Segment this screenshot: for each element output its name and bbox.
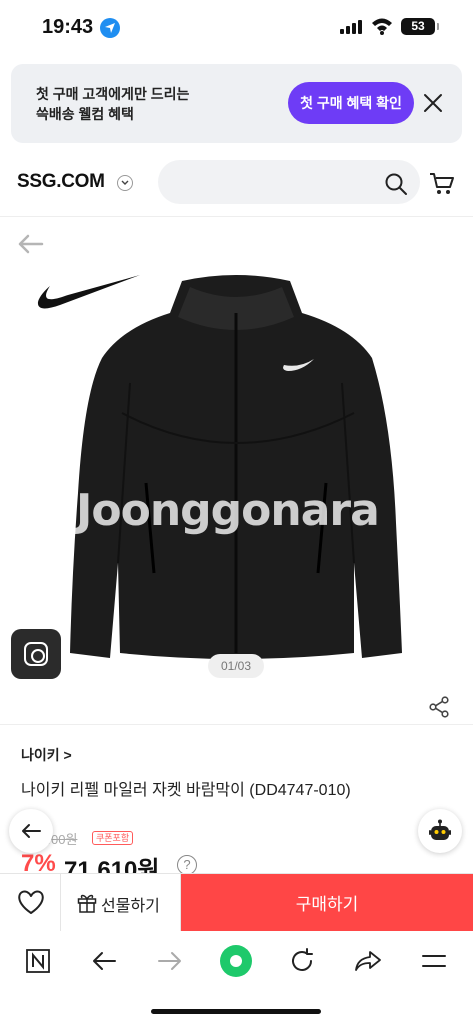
promo-text: 첫 구매 고객에게만 드리는 쓱배송 웰컴 혜택	[36, 84, 256, 124]
chevron-down-icon[interactable]	[117, 175, 133, 191]
naver-n-icon[interactable]	[24, 947, 52, 975]
cellular-signal-icon	[340, 20, 362, 34]
section-divider	[0, 724, 473, 725]
image-counter: 01/03	[208, 654, 264, 678]
share-icon[interactable]	[428, 696, 450, 718]
site-header: SSG.COM	[0, 150, 473, 216]
promo-banner: 첫 구매 고객에게만 드리는 쓱배송 웰컴 혜택 첫 구매 혜택 확인	[11, 64, 462, 143]
ssg-logo[interactable]: SSG.COM	[17, 171, 105, 193]
status-bar: 19:43 53	[0, 0, 473, 58]
status-time: 19:43	[42, 16, 94, 38]
battery-tip	[437, 23, 439, 30]
back-arrow-icon	[22, 824, 41, 838]
promo-line-1: 첫 구매 고객에게만 드리는	[36, 86, 190, 102]
battery-icon: 53	[401, 18, 435, 35]
gift-label: 선물하기	[101, 898, 160, 915]
search-icon[interactable]	[384, 172, 408, 196]
cart-icon[interactable]	[429, 172, 455, 196]
green-dot-icon[interactable]	[218, 943, 254, 979]
lens-search-button[interactable]	[11, 629, 61, 679]
forward-arrow-icon[interactable]	[156, 947, 184, 975]
jacket-product-photo	[70, 275, 402, 659]
robot-icon	[429, 819, 451, 840]
heart-icon	[18, 890, 44, 914]
purchase-bar: 선물하기 구매하기	[0, 873, 473, 931]
gift-button[interactable]: 선물하기	[61, 874, 181, 931]
product-image-gallery[interactable]: Joonggonara 01/03	[0, 217, 473, 687]
promo-line-2: 쓱배송 웰컴 혜택	[36, 106, 134, 122]
wishlist-button[interactable]	[0, 874, 61, 931]
home-indicator	[151, 1009, 321, 1014]
chatbot-button[interactable]	[418, 809, 462, 853]
back-arrow-icon[interactable]	[90, 947, 118, 975]
gift-icon	[77, 894, 97, 913]
close-icon[interactable]	[421, 91, 445, 115]
search-input[interactable]	[158, 160, 420, 204]
location-arrow-icon	[100, 18, 120, 38]
first-purchase-benefit-button[interactable]: 첫 구매 혜택 확인	[288, 82, 414, 124]
wifi-icon	[372, 18, 392, 35]
watermark: Joonggonara	[76, 485, 380, 536]
brand-link[interactable]: 나이키 >	[21, 745, 72, 765]
share-arrow-icon[interactable]	[354, 947, 382, 975]
browser-toolbar	[0, 931, 473, 991]
price-info-icon[interactable]: ?	[177, 855, 197, 875]
refresh-icon[interactable]	[288, 947, 316, 975]
menu-icon[interactable]	[420, 947, 448, 975]
buy-button[interactable]: 구매하기	[181, 874, 473, 931]
camera-icon	[24, 642, 48, 666]
product-title: 나이키 리펠 마일러 자켓 바람막이 (DD4747-010)	[21, 782, 351, 799]
back-arrow-icon[interactable]	[16, 233, 44, 255]
coupon-badge: 쿠폰포함	[92, 831, 134, 845]
floating-back-button[interactable]	[9, 809, 53, 853]
